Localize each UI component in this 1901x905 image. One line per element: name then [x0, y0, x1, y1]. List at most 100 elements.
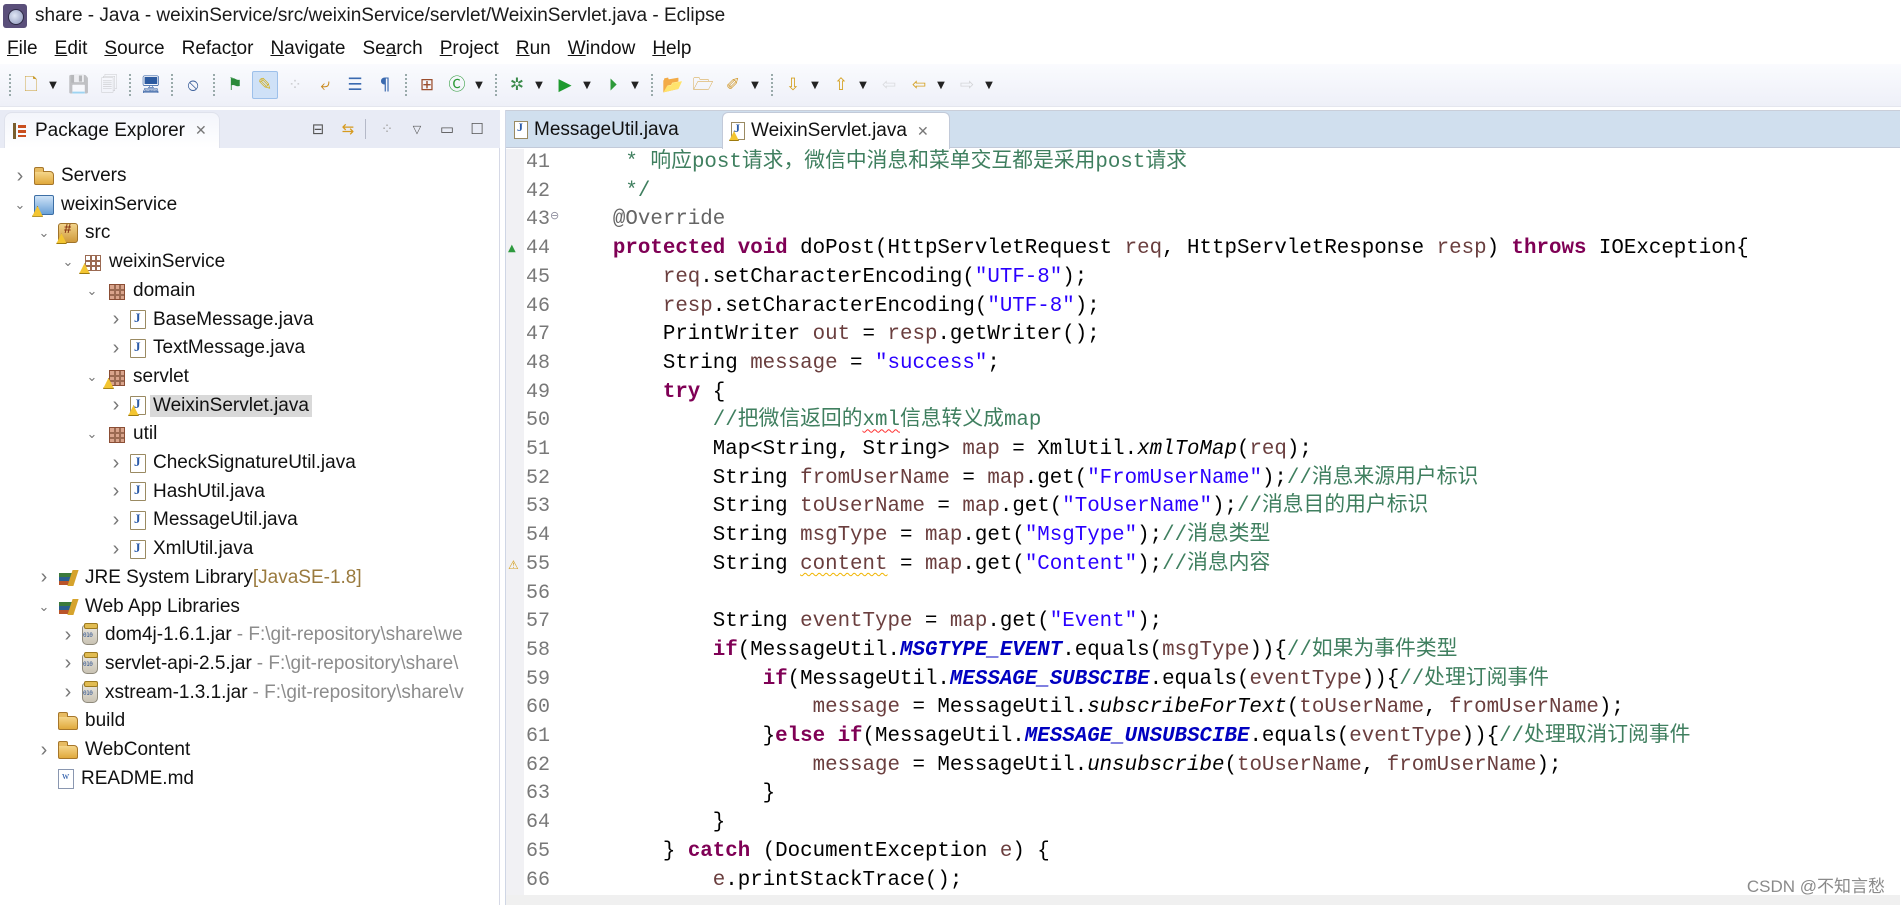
- forward-button[interactable]: ⇨: [954, 71, 980, 99]
- next-annotation-button[interactable]: ⇩: [780, 71, 806, 99]
- tree-item[interactable]: › WebContent: [0, 736, 498, 764]
- line-number-ruler[interactable]: 41 42 43 ⊖ 44 45 46 47 48 49 50 51 52 53 54 55 56 57 58 59 6…: [524, 149, 562, 895]
- annotation-ruler[interactable]: ▲ ⚠: [506, 149, 524, 895]
- menu-help[interactable]: Help: [652, 38, 691, 60]
- tree-item[interactable]: ⌄ domain: [0, 277, 498, 305]
- menu-window[interactable]: Window: [568, 38, 636, 60]
- horizontal-scrollbar[interactable]: [506, 895, 1900, 905]
- chevron-right-icon[interactable]: ›: [108, 452, 124, 475]
- chevron-right-icon[interactable]: ›: [12, 165, 28, 188]
- dropdown-arrow-icon[interactable]: ▼: [628, 71, 642, 99]
- focus-active-task-icon[interactable]: ⁘: [374, 116, 400, 142]
- menu-search[interactable]: Search: [362, 38, 422, 60]
- menu-navigate[interactable]: Navigate: [270, 38, 345, 60]
- chevron-right-icon[interactable]: ›: [108, 394, 124, 417]
- menu-project[interactable]: Project: [440, 38, 499, 60]
- new-wizard-button[interactable]: 🗋: [18, 71, 44, 99]
- chevron-right-icon[interactable]: ›: [36, 566, 52, 589]
- menu-source[interactable]: Source: [104, 38, 164, 60]
- tree-item[interactable]: ⌄ weixinService: [0, 248, 498, 276]
- save-all-button[interactable]: 🗐: [96, 71, 122, 99]
- fold-collapse-icon[interactable]: ⊖: [550, 202, 559, 231]
- chevron-down-icon[interactable]: ⌄: [84, 283, 100, 299]
- chevron-right-icon[interactable]: ›: [108, 538, 124, 561]
- tree-item[interactable]: ⌄ util: [0, 420, 498, 448]
- tree-item[interactable]: › dom4j-1.6.1.jar- F:\git-repository\shar…: [0, 621, 498, 649]
- close-icon[interactable]: ✕: [195, 123, 207, 139]
- tree-item[interactable]: README.md: [0, 765, 498, 793]
- chevron-right-icon[interactable]: ›: [108, 308, 124, 331]
- mark-occurrences-button[interactable]: ✎: [252, 71, 278, 99]
- tree-item[interactable]: › BaseMessage.java: [0, 306, 498, 334]
- previous-annotation-button[interactable]: ⇧: [828, 71, 854, 99]
- close-icon[interactable]: ✕: [917, 123, 929, 140]
- tree-item[interactable]: › WeixinServlet.java: [0, 392, 498, 420]
- tab-messageutil-java[interactable]: MessageUtil.java: [506, 112, 679, 148]
- override-indicator-icon[interactable]: ▲: [508, 235, 516, 264]
- chevron-down-icon[interactable]: ⌄: [12, 197, 28, 213]
- dropdown-arrow-icon[interactable]: ▼: [46, 71, 60, 99]
- new-java-class-button[interactable]: Ⓒ: [444, 71, 470, 99]
- tree-item[interactable]: ⌄ Web App Libraries: [0, 593, 498, 621]
- new-java-package-button[interactable]: ⊞: [414, 71, 440, 99]
- collapse-all-icon[interactable]: ⊟: [305, 116, 331, 142]
- tree-item[interactable]: › MessageUtil.java: [0, 506, 498, 534]
- warning-lightbulb-icon[interactable]: ⚠: [508, 551, 519, 580]
- chevron-right-icon[interactable]: ›: [36, 739, 52, 762]
- toggle-block-selection-button[interactable]: ⁘: [282, 71, 308, 99]
- tree-item[interactable]: › servlet-api-2.5.jar- F:\git-repository\…: [0, 650, 498, 678]
- tree-item[interactable]: › CheckSignatureUtil.java: [0, 449, 498, 477]
- open-type-button[interactable]: 📂: [660, 71, 686, 99]
- new-server-button[interactable]: ⚑: [222, 71, 248, 99]
- code-text[interactable]: * 响应post请求，微信中消息和菜单交互都是采用post请求 */ @Over…: [563, 149, 1900, 895]
- minimize-icon[interactable]: ▭: [434, 116, 460, 142]
- chevron-down-icon[interactable]: ⌄: [36, 599, 52, 615]
- dropdown-arrow-icon[interactable]: ▼: [748, 71, 762, 99]
- back-button[interactable]: ⇦: [906, 71, 932, 99]
- show-whitespace-button[interactable]: ¶: [372, 71, 398, 99]
- chevron-down-icon[interactable]: ⌄: [84, 426, 100, 442]
- tree-item[interactable]: ⌄ src: [0, 219, 498, 247]
- open-console-button[interactable]: 🖥: [138, 71, 164, 99]
- last-edit-location-button[interactable]: ⇦: [876, 71, 902, 99]
- dropdown-arrow-icon[interactable]: ▼: [934, 71, 948, 99]
- save-button[interactable]: 💾: [66, 71, 92, 99]
- chevron-right-icon[interactable]: ›: [108, 337, 124, 360]
- tab-weixinservlet-java[interactable]: WeixinServlet.java ✕: [722, 112, 950, 149]
- tree-item[interactable]: › xstream-1.3.1.jar- F:\git-repository\sh…: [0, 679, 498, 707]
- tab-package-explorer[interactable]: Package Explorer ✕: [4, 112, 220, 148]
- tree-item[interactable]: build: [0, 707, 498, 735]
- chevron-down-icon[interactable]: ⌄: [36, 225, 52, 241]
- maximize-icon[interactable]: ☐: [464, 116, 490, 142]
- chevron-right-icon[interactable]: ›: [60, 652, 76, 675]
- dropdown-arrow-icon[interactable]: ▼: [580, 71, 594, 99]
- dropdown-arrow-icon[interactable]: ▼: [472, 71, 486, 99]
- chevron-down-icon[interactable]: ⌄: [84, 369, 100, 385]
- tree-item[interactable]: › TextMessage.java: [0, 334, 498, 362]
- view-menu-icon[interactable]: ▽: [404, 116, 430, 142]
- run-button[interactable]: ▶: [552, 71, 578, 99]
- tree-item[interactable]: › JRE System Library [JavaSE-1.8]: [0, 564, 498, 592]
- dropdown-arrow-icon[interactable]: ▼: [982, 71, 996, 99]
- chevron-right-icon[interactable]: ›: [60, 624, 76, 647]
- chevron-right-icon[interactable]: ›: [60, 681, 76, 704]
- menu-run[interactable]: Run: [516, 38, 551, 60]
- code-area[interactable]: ▲ ⚠ 41 42 43 ⊖ 44 45 46 47 48 49 50 51 52 53 54 55 56 57 58…: [506, 149, 1900, 905]
- menu-edit[interactable]: Edit: [55, 38, 88, 60]
- toggle-word-wrap-button[interactable]: ⤶: [312, 71, 338, 99]
- tree-item[interactable]: › XmlUtil.java: [0, 535, 498, 563]
- menu-file[interactable]: File: [7, 38, 38, 60]
- search-button[interactable]: ✐: [720, 71, 746, 99]
- open-task-button[interactable]: 🗁: [690, 71, 716, 99]
- skip-breakpoints-button[interactable]: ⦸: [180, 71, 206, 99]
- breadcrumb-button[interactable]: ☰: [342, 71, 368, 99]
- chevron-right-icon[interactable]: ›: [108, 480, 124, 503]
- tree-item[interactable]: ⌄ weixinService: [0, 191, 498, 219]
- chevron-down-icon[interactable]: ⌄: [60, 254, 76, 270]
- tree-item[interactable]: ⌄ servlet: [0, 363, 498, 391]
- link-with-editor-icon[interactable]: ⇆: [335, 116, 361, 142]
- menu-refactor[interactable]: Refactor: [182, 38, 254, 60]
- dropdown-arrow-icon[interactable]: ▼: [856, 71, 870, 99]
- dropdown-arrow-icon[interactable]: ▼: [808, 71, 822, 99]
- tree-item[interactable]: › HashUtil.java: [0, 478, 498, 506]
